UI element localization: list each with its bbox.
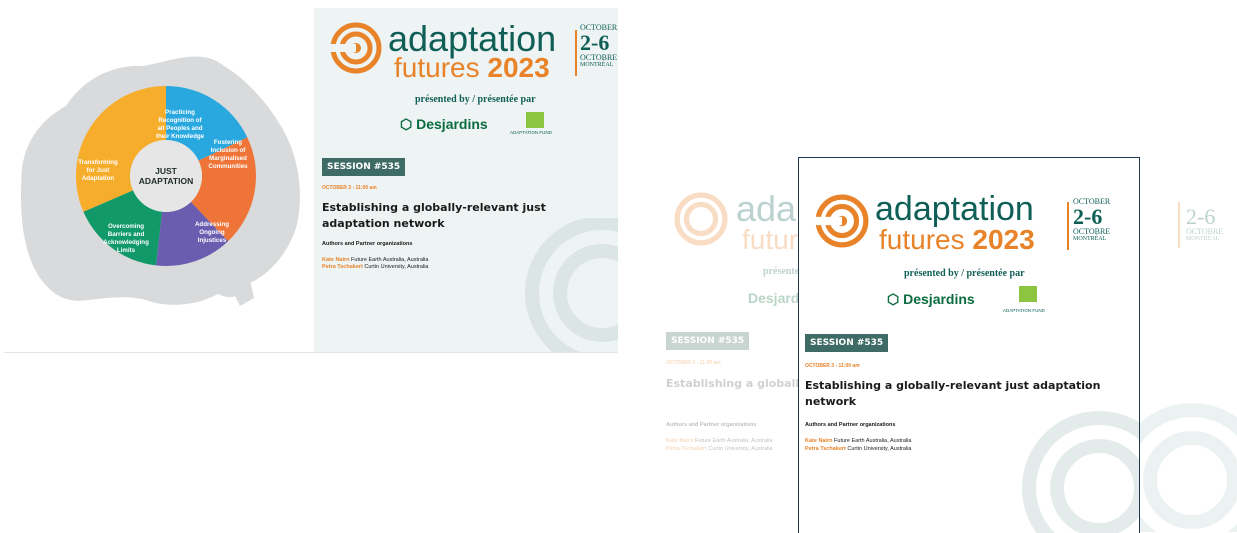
author-affiliation: Curtin University, Australia bbox=[364, 264, 429, 270]
author-name: Kate Nairn bbox=[805, 438, 833, 444]
author-affiliation: Future Earth Australia, Australia bbox=[834, 438, 912, 444]
author-row: Petra Tschakert Curtin University, Austr… bbox=[666, 446, 773, 452]
session-card-front: adaptation futures 2023 OCTOBER 2-6 OCTO… bbox=[798, 157, 1140, 533]
author-row: Kate Nairn Future Earth Australia, Austr… bbox=[805, 438, 911, 444]
presented-by: présented by / présentée par bbox=[415, 94, 536, 105]
logo-divider bbox=[1067, 202, 1069, 250]
segment-label-injustices: Addressing Ongoing Injustices bbox=[195, 221, 229, 244]
adaptation-spiral-logo-icon bbox=[674, 192, 728, 246]
logo-futures-text: futures bbox=[394, 52, 480, 83]
author-row: Petra Tschakert Curtin University, Austr… bbox=[805, 446, 912, 452]
desjardins-logo: ⬡ Desjardins bbox=[400, 116, 488, 133]
month-fr: OCTOBRE bbox=[1073, 227, 1111, 236]
session-badge: SESSION #535 bbox=[322, 158, 406, 176]
adaptation-spiral-logo-icon bbox=[330, 22, 382, 74]
author-name: Kate Nairn bbox=[322, 257, 350, 263]
session-title: Establishing a globally-relevant just ad… bbox=[805, 379, 1101, 408]
author-affiliation: Curtin University, Australia bbox=[708, 446, 773, 452]
author-name: Petra Tschakert bbox=[666, 446, 707, 452]
authors-heading: Authors and Partner organizations bbox=[805, 422, 896, 428]
author-affiliation: Future Earth Australia, Australia bbox=[695, 438, 773, 444]
author-name: Petra Tschakert bbox=[322, 264, 363, 270]
sponsor-desjardins: Desjardins bbox=[416, 116, 488, 132]
event-dates: OCTOBER 2-6 OCTOBRE MONTRÉAL bbox=[580, 24, 618, 69]
days: 2-6 bbox=[1073, 204, 1103, 229]
month-fr: OCTOBRE bbox=[1186, 227, 1224, 236]
days: 2-6 bbox=[1186, 204, 1216, 229]
australia-map-wheel-graphic: JUST ADAPTATION Practicing Recognition of a… bbox=[20, 56, 300, 306]
logo-futures-text: futures bbox=[879, 224, 965, 255]
session-badge: SESSION #535 bbox=[666, 332, 750, 350]
adaptation-spiral-logo-icon bbox=[815, 194, 869, 248]
logo-year: 2023 bbox=[972, 224, 1035, 255]
event-dates: OCTOBER 2-6 OCTOBRE MONTRÉAL bbox=[1073, 198, 1129, 243]
session-datetime: OCTOBER 3 - 11:00 am bbox=[805, 363, 860, 369]
city: MONTRÉAL bbox=[1186, 236, 1220, 242]
watermark-spiral-icon bbox=[525, 218, 618, 353]
logo-divider bbox=[1178, 202, 1180, 248]
authors-heading: Authors and Partner organizations bbox=[666, 422, 757, 428]
wheel: JUST ADAPTATION Practicing Recognition of a… bbox=[75, 86, 257, 266]
author-row: Kate Nairn Future Earth Australia, Austr… bbox=[322, 257, 428, 263]
author-affiliation: Curtin University, Australia bbox=[847, 446, 912, 452]
city: MONTRÉAL bbox=[1073, 236, 1107, 242]
city: MONTRÉAL bbox=[580, 62, 614, 68]
author-row: Petra Tschakert Curtin University, Austr… bbox=[322, 264, 429, 270]
days: 2-6 bbox=[580, 30, 610, 55]
sponsor-desjardins: Desjardins bbox=[903, 291, 975, 307]
adaptation-fund-leaf-icon bbox=[1019, 286, 1037, 302]
slide-original: JUST ADAPTATION Practicing Recognition of a… bbox=[4, 8, 618, 353]
author-name: Petra Tschakert bbox=[805, 446, 846, 452]
month-fr: OCTOBRE bbox=[580, 53, 618, 62]
session-datetime: OCTOBER 3 - 11:00 am bbox=[322, 185, 377, 191]
desjardins-logo: ⬡ Desjardins bbox=[887, 291, 975, 308]
just-adaptation-wheel-panel: JUST ADAPTATION Practicing Recognition of a… bbox=[4, 8, 314, 353]
author-row: Kate Nairn Future Earth Australia, Austr… bbox=[666, 438, 772, 444]
sponsor-adaptation-fund: ADAPTATION FUND bbox=[1003, 308, 1045, 313]
event-dates: 2-6 OCTOBRE MONTRÉAL bbox=[1186, 196, 1236, 243]
logo-word-futures: futures 2023 bbox=[879, 224, 1035, 256]
session-title: Establishing a globally-relevant just ad… bbox=[322, 201, 546, 230]
logo-year: 2023 bbox=[487, 52, 550, 83]
session-datetime: OCTOBER 3 - 11:00 am bbox=[666, 360, 721, 366]
presented-by: présented by / présentée par bbox=[904, 268, 1025, 279]
session-badge: SESSION #535 bbox=[805, 334, 889, 352]
slide-bottom-divider bbox=[4, 352, 618, 353]
adaptation-fund-leaf-icon bbox=[526, 112, 544, 128]
session-card-left: adaptation futures 2023 OCTOBER 2-6 OCTO… bbox=[314, 8, 618, 353]
hexagon-icon: ⬡ bbox=[887, 291, 900, 307]
watermark-spiral-icon bbox=[1022, 411, 1139, 533]
sponsor-adaptation-fund: ADAPTATION FUND bbox=[510, 130, 552, 135]
author-name: Kate Nairn bbox=[666, 438, 694, 444]
author-affiliation: Future Earth Australia, Australia bbox=[351, 257, 429, 263]
logo-divider bbox=[575, 30, 577, 76]
logo-word-futures: futures 2023 bbox=[394, 52, 550, 84]
hexagon-icon: ⬡ bbox=[400, 116, 413, 132]
authors-heading: Authors and Partner organizations bbox=[322, 241, 413, 247]
